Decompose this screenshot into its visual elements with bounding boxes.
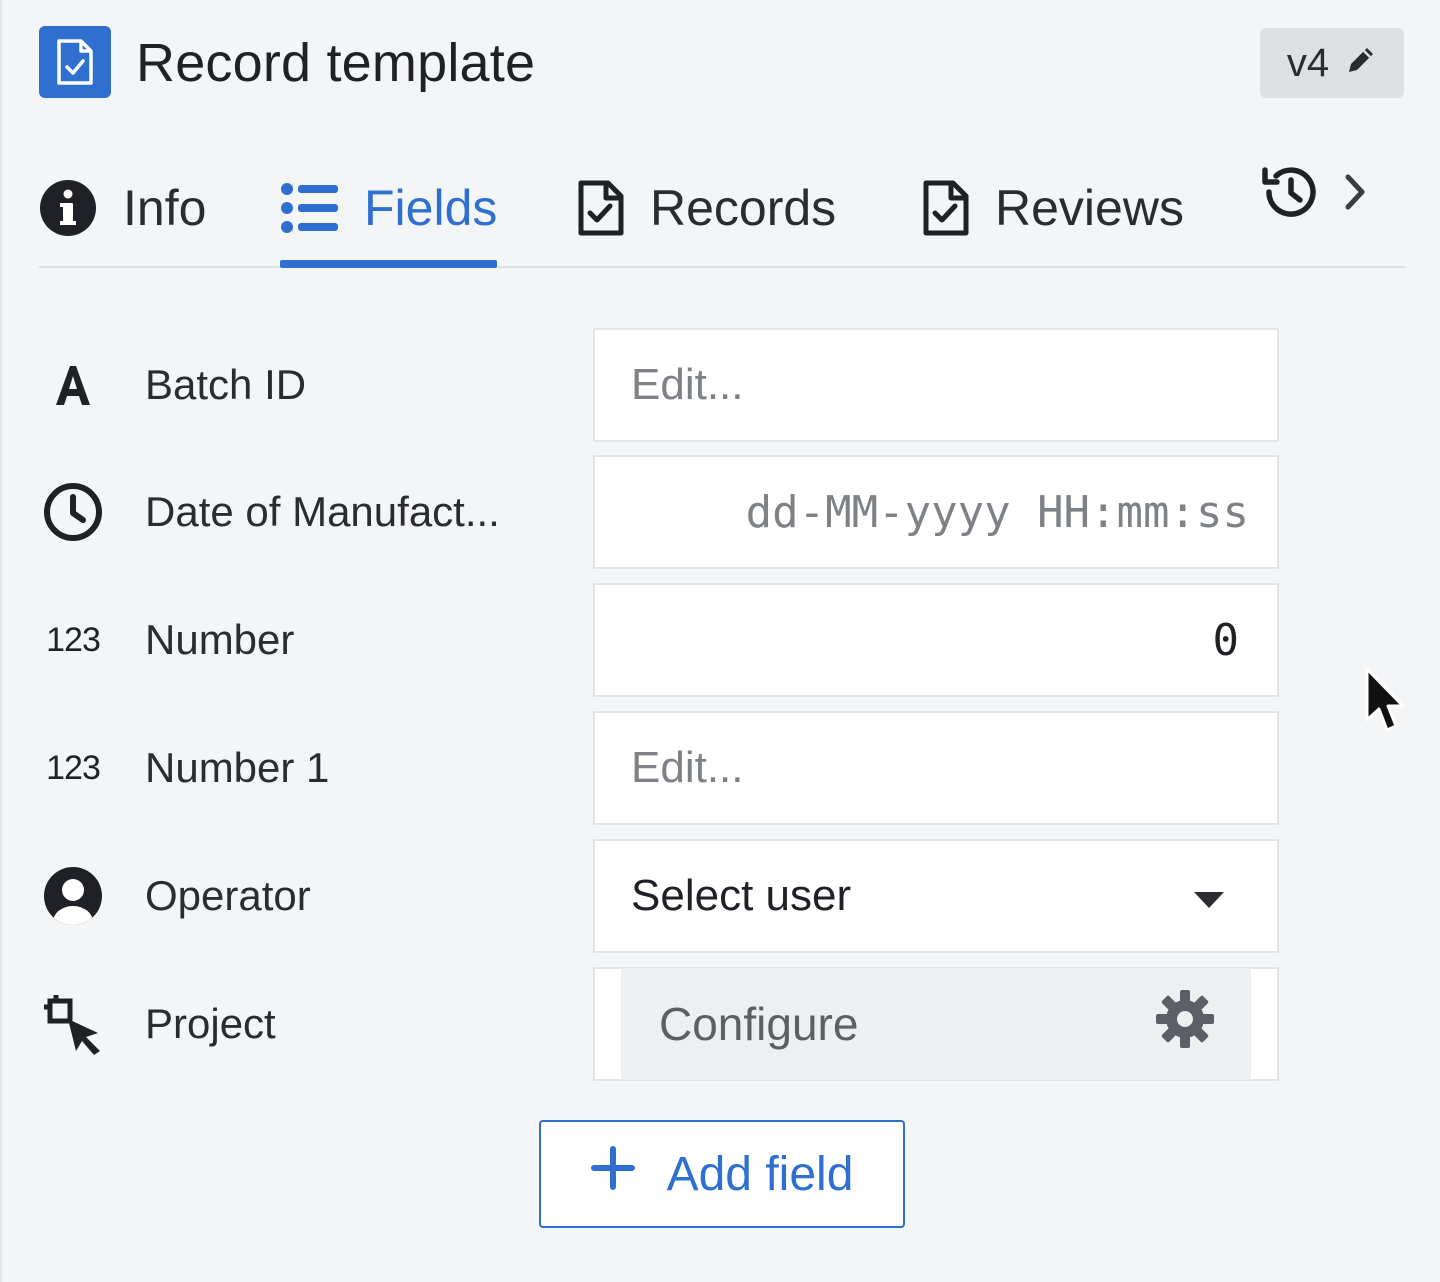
field-label: Date of Manufact... [145, 488, 500, 535]
project-field: Configure [593, 967, 1279, 1081]
number-type-icon: 123 [39, 583, 107, 697]
record-template-panel: Record template v4 Info Fields Records R… [0, 0, 1440, 1282]
field-row-date-of-manufacture: Date of Manufact... dd-MM-yyyy HH:mm:ss [39, 455, 1279, 569]
text-type-icon [39, 328, 107, 442]
tab-records[interactable]: Records [578, 150, 836, 266]
field-row-operator: Operator Select user [39, 839, 1279, 953]
document-check-icon [578, 180, 624, 236]
configure-button-label: Configure [659, 998, 859, 1050]
pencil-icon [1345, 41, 1377, 86]
template-document-icon [39, 26, 111, 98]
field-row-batch-id: Batch ID Edit... [39, 328, 1279, 442]
plus-icon [590, 1146, 635, 1202]
batch-id-input[interactable]: Edit... [593, 328, 1279, 442]
page-title: Record template [136, 33, 536, 93]
tab-info-label: Info [123, 180, 207, 236]
tab-fields-label: Fields [364, 180, 498, 236]
operator-select[interactable]: Select user [593, 839, 1279, 953]
document-check-icon [923, 180, 969, 236]
field-label: Number [145, 616, 295, 663]
version-badge[interactable]: v4 [1260, 28, 1404, 98]
chevron-right-icon[interactable] [1343, 172, 1367, 217]
tab-reviews-label: Reviews [995, 180, 1184, 236]
tab-reviews[interactable]: Reviews [923, 150, 1184, 266]
info-icon [39, 179, 97, 237]
field-row-number-1: 123 Number 1 Edit... [39, 711, 1279, 825]
add-field-button[interactable]: Add field [539, 1120, 905, 1228]
number-type-icon: 123 [39, 711, 107, 825]
tab-bar: Info Fields Records Reviews [39, 150, 1405, 268]
field-row-project: Project Configure [39, 967, 1279, 1081]
field-label: Number 1 [145, 744, 330, 791]
gear-icon [1155, 989, 1215, 1060]
field-label: Project [145, 1000, 276, 1047]
caret-down-icon [1193, 871, 1225, 921]
field-label: Batch ID [145, 361, 307, 408]
tab-records-label: Records [650, 180, 837, 236]
mouse-cursor-icon [1364, 666, 1406, 743]
field-label: Operator [145, 872, 311, 919]
number-input[interactable]: 0 [593, 583, 1279, 697]
date-of-manufacture-input[interactable]: dd-MM-yyyy HH:mm:ss [593, 455, 1279, 569]
list-icon [280, 182, 338, 234]
operator-select-value: Select user [631, 871, 852, 920]
configure-button[interactable]: Configure [621, 968, 1251, 1080]
tab-info[interactable]: Info [39, 150, 206, 266]
number-1-input[interactable]: Edit... [593, 711, 1279, 825]
history-icon [1259, 162, 1321, 227]
user-icon [39, 839, 107, 953]
add-field-label: Add field [666, 1147, 854, 1201]
tab-fields[interactable]: Fields [280, 150, 498, 268]
number-type-icon-text: 123 [46, 620, 101, 659]
version-label: v4 [1286, 40, 1330, 85]
clock-icon [39, 455, 107, 569]
select-tool-icon [39, 967, 107, 1081]
number-type-icon-text: 123 [46, 748, 101, 787]
tab-history[interactable] [1259, 150, 1367, 238]
field-row-number: 123 Number 0 [39, 583, 1279, 697]
